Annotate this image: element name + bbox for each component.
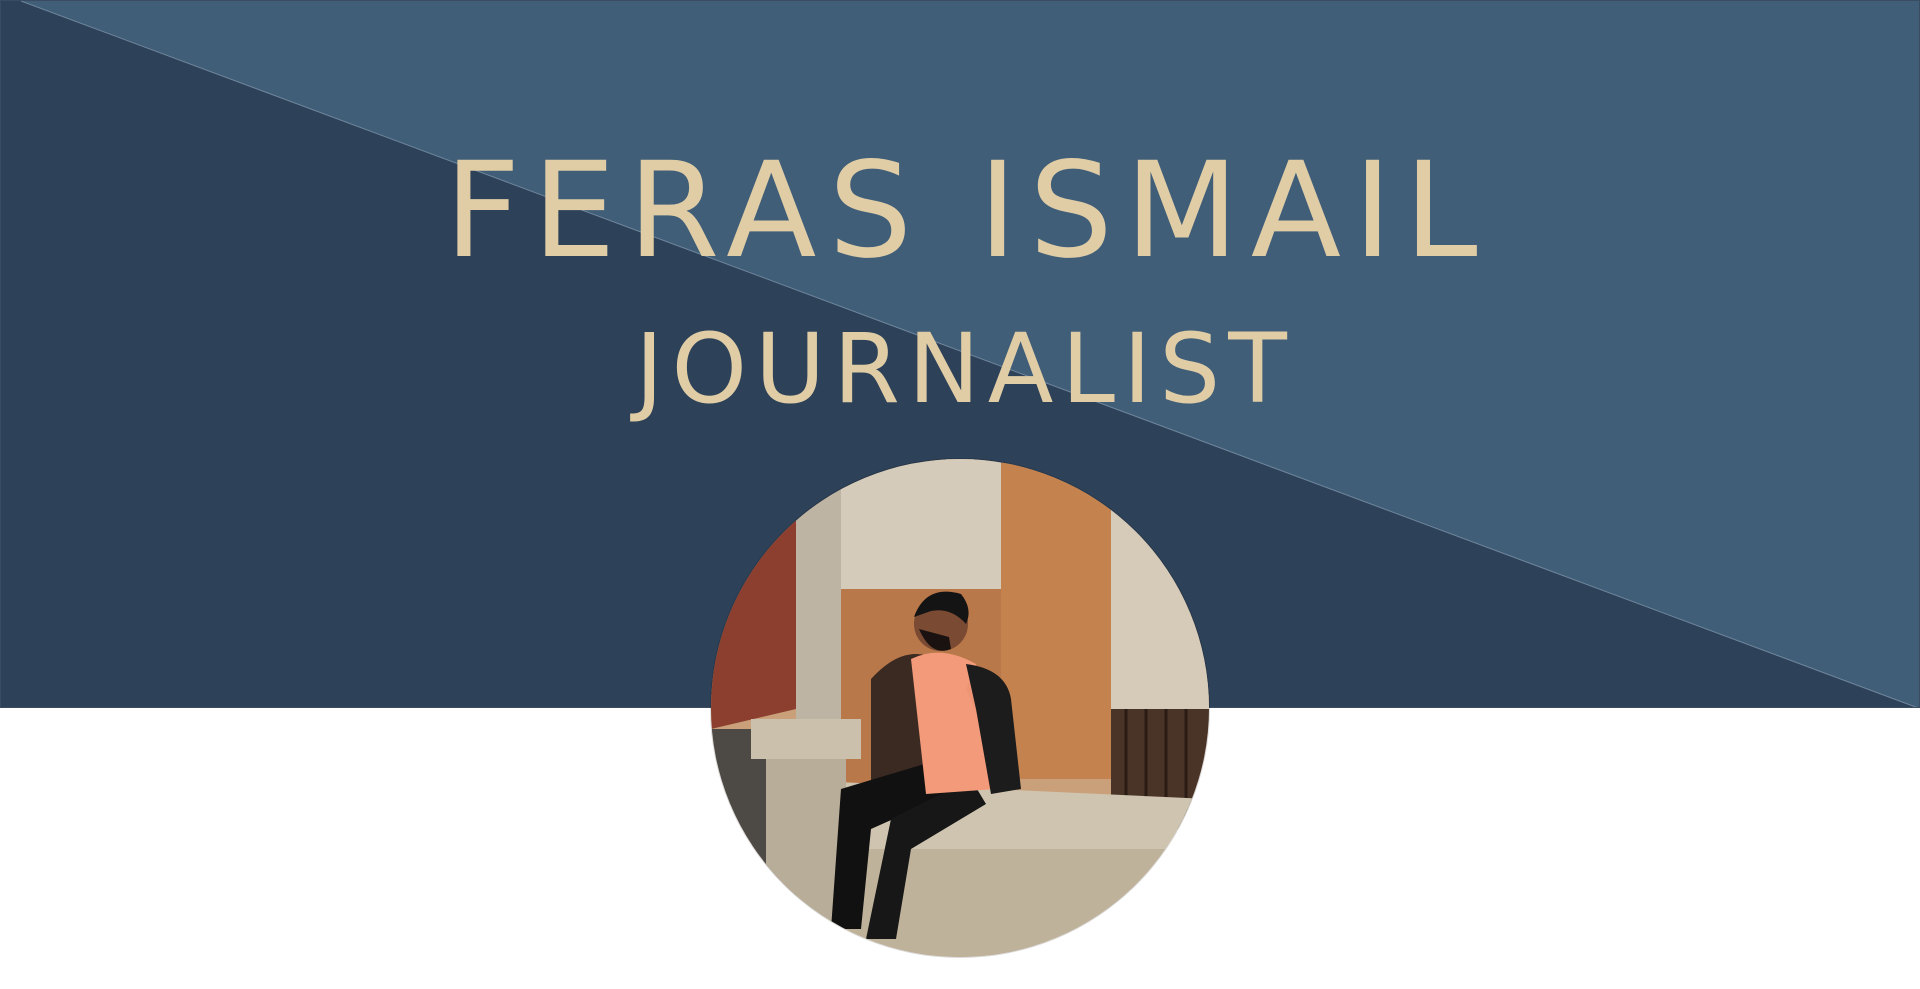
page-subtitle: JOURNALIST — [635, 313, 1295, 425]
profile-photo-image — [711, 459, 1209, 957]
page-title: FERAS ISMAIL — [444, 134, 1490, 288]
profile-photo — [711, 459, 1209, 957]
